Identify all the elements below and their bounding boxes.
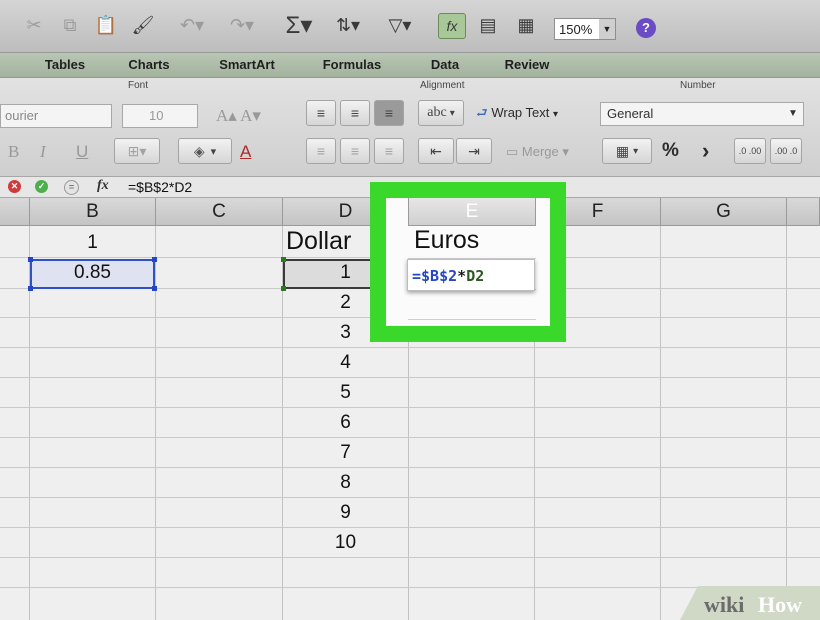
italic-icon[interactable]: I xyxy=(40,142,46,162)
cell-d5[interactable]: 4 xyxy=(283,352,408,374)
justify-center-icon[interactable]: ≡ xyxy=(340,138,370,164)
chevron-down-icon: ▼ xyxy=(599,19,615,39)
tab-tables[interactable]: Tables xyxy=(30,53,100,77)
tab-review[interactable]: Review xyxy=(492,53,562,77)
increase-indent-icon[interactable]: ⇥ xyxy=(456,138,492,164)
wikihow-watermark: wiki How xyxy=(680,586,820,620)
column-header-g[interactable]: G xyxy=(661,198,787,226)
undo-icon[interactable]: ↶▾ xyxy=(172,10,212,40)
watermark-wiki: wiki xyxy=(704,592,745,617)
align-center-icon[interactable]: ≡ xyxy=(340,100,370,126)
green-highlight-box xyxy=(370,182,566,342)
fill-color-button[interactable]: ◈ ▾ xyxy=(178,138,232,164)
sort-icon[interactable]: ⇅▾ xyxy=(328,10,368,40)
number-format-button[interactable]: ▦ ▾ xyxy=(602,138,652,164)
filter-icon[interactable]: ▽▾ xyxy=(380,10,420,40)
borders-button[interactable]: ⊞▾ xyxy=(114,138,160,164)
chevron-down-icon: ▼ xyxy=(788,108,798,119)
merge-label: Merge xyxy=(521,144,559,159)
align-right-icon[interactable]: ≡ xyxy=(374,100,404,126)
decrease-decimal-icon[interactable]: .00 .0 xyxy=(770,138,802,164)
alignment-group-label: Alignment xyxy=(420,80,465,91)
decrease-indent-icon[interactable]: ⇤ xyxy=(418,138,454,164)
percent-button[interactable]: % xyxy=(662,140,679,162)
enter-icon[interactable]: ✓ xyxy=(35,180,48,193)
paint-bucket-icon: ◈ xyxy=(193,142,205,159)
copy-icon[interactable]: ⧉ xyxy=(58,10,82,40)
help-icon[interactable]: ? xyxy=(636,18,656,38)
redo-icon[interactable]: ↷▾ xyxy=(222,10,262,40)
font-size-field[interactable]: 10 xyxy=(122,104,198,128)
formula-input[interactable]: =$B$2*D2 xyxy=(128,179,192,195)
cell-d7[interactable]: 6 xyxy=(283,412,408,434)
currency-icon: ▦ xyxy=(615,142,630,159)
merge-button[interactable]: ▭ Merge ▾ xyxy=(506,144,569,160)
wrap-text-icon: ⮐ xyxy=(476,105,488,120)
cell-b1[interactable]: 1 xyxy=(30,232,155,254)
underline-icon[interactable]: U xyxy=(76,142,88,162)
zoom-value: 150% xyxy=(559,22,593,37)
font-group-label: Font xyxy=(128,80,149,91)
tab-charts[interactable]: Charts xyxy=(116,53,182,77)
ribbon-tabs: Tables Charts SmartArt Formulas Data Rev… xyxy=(0,53,820,78)
align-left-icon[interactable]: ≡ xyxy=(306,100,336,126)
cell-d6[interactable]: 5 xyxy=(283,382,408,404)
tab-data[interactable]: Data xyxy=(416,53,474,77)
show-hide-icon[interactable]: ▤ xyxy=(476,10,500,40)
wrap-text-label: Wrap Text xyxy=(491,105,550,120)
number-group-label: Number xyxy=(680,80,716,91)
cell-d9[interactable]: 8 xyxy=(283,472,408,494)
cell-b2[interactable]: 0.85 xyxy=(30,262,155,284)
corner-header xyxy=(0,198,30,226)
gallery-icon[interactable]: ▦ xyxy=(512,10,540,40)
cut-icon[interactable]: ✂ xyxy=(22,10,46,40)
paste-icon[interactable]: 📋 xyxy=(94,10,118,40)
cell-d10[interactable]: 9 xyxy=(283,502,408,524)
justify-right-icon[interactable]: ≡ xyxy=(374,138,404,164)
comma-button[interactable]: › xyxy=(702,138,709,164)
ribbon-panel: Font Alignment Number ourier 10 A▴ A▾ B … xyxy=(0,78,820,177)
formula-builder-icon[interactable]: fx xyxy=(438,13,466,39)
cancel-icon[interactable]: ✕ xyxy=(8,180,21,193)
grow-font-icon[interactable]: A▴ A▾ xyxy=(216,106,261,126)
wrap-text-button[interactable]: ⮐ Wrap Text ▾ xyxy=(476,104,558,126)
number-format-value: General xyxy=(607,106,654,121)
text-orientation-button[interactable]: abc ▾ xyxy=(418,100,464,126)
column-header-c[interactable]: C xyxy=(156,198,283,226)
tab-formulas[interactable]: Formulas xyxy=(306,53,398,77)
font-name-field[interactable]: ourier xyxy=(0,104,112,128)
cell-d11[interactable]: 10 xyxy=(283,532,408,554)
zoom-select[interactable]: 150% ▼ xyxy=(554,18,616,40)
column-header-h[interactable] xyxy=(787,198,820,226)
watermark-how: How xyxy=(758,592,802,617)
bold-icon[interactable]: B xyxy=(8,142,19,162)
autosum-icon[interactable]: Σ▾ xyxy=(283,10,315,40)
abc-label: abc xyxy=(427,105,447,120)
tab-smartart[interactable]: SmartArt xyxy=(204,53,290,77)
equals-icon[interactable]: = xyxy=(64,180,79,195)
format-painter-icon[interactable]: 🖌 xyxy=(130,10,156,40)
increase-decimal-icon[interactable]: .0 .00 xyxy=(734,138,766,164)
number-format-select[interactable]: General ▼ xyxy=(600,102,804,126)
cell-d8[interactable]: 7 xyxy=(283,442,408,464)
font-color-icon[interactable]: A xyxy=(240,142,251,162)
standard-toolbar: ✂ ⧉ 📋 🖌 ↶▾ ↷▾ Σ▾ ⇅▾ ▽▾ fx ▤ ▦ 150% ▼ ? xyxy=(0,0,820,53)
column-header-b[interactable]: B xyxy=(30,198,156,226)
fx-label[interactable]: fx xyxy=(97,178,109,194)
justify-left-icon[interactable]: ≡ xyxy=(306,138,336,164)
